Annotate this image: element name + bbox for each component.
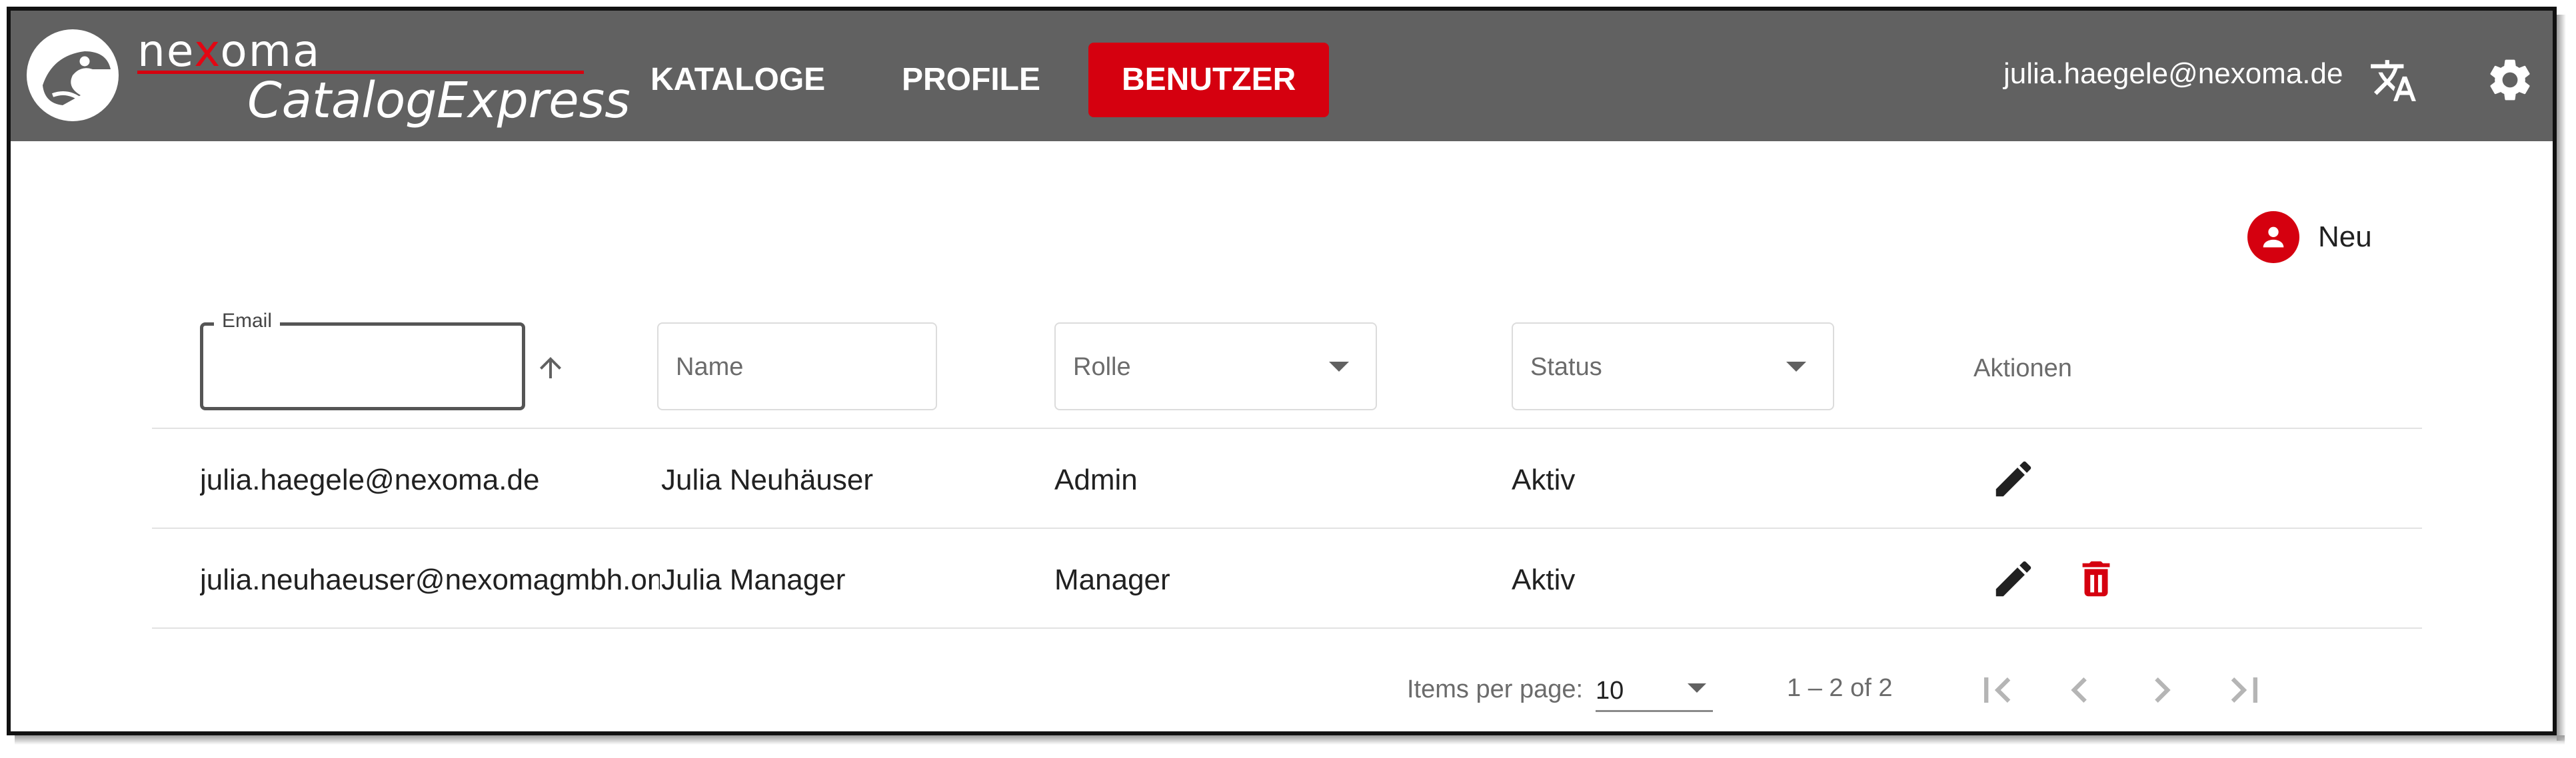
nav-benutzer[interactable]: BENUTZER (1088, 43, 1330, 117)
cell-rolle: Manager (1054, 564, 1170, 596)
table-divider (152, 528, 2422, 529)
chevron-down-icon (1688, 683, 1706, 693)
cell-email: julia.neuhaeuser@nexomagmbh.onmicrosoft.… (200, 564, 660, 596)
top-toolbar: nexoma CatalogExpress KATALOGE PROFILE B… (11, 11, 2553, 141)
last-page-icon[interactable] (2219, 665, 2270, 715)
next-page-icon[interactable] (2137, 665, 2187, 715)
chameleon-logo-icon (27, 29, 119, 121)
chevron-down-icon (1329, 362, 1349, 372)
page-range-label: 1 – 2 of 2 (1787, 674, 1893, 702)
nav-profile[interactable]: PROFILE (868, 43, 1074, 117)
edit-icon[interactable] (1990, 556, 2037, 602)
new-user-button[interactable]: Neu (2247, 210, 2372, 264)
table-divider (152, 627, 2422, 629)
brand-name: nexoma (137, 25, 321, 77)
cell-name: Julia Neuhäuser (661, 464, 873, 496)
page-size-value: 10 (1596, 677, 1624, 705)
chevron-down-icon (1786, 362, 1806, 372)
cell-rolle: Admin (1054, 464, 1138, 496)
brand-product-name: CatalogExpress (247, 72, 631, 129)
column-header-aktionen: Aktionen (1973, 354, 2072, 382)
name-filter-field[interactable]: Name (657, 322, 937, 410)
account-icon (2247, 211, 2299, 263)
cell-status: Aktiv (1512, 564, 1576, 596)
rolle-filter-placeholder: Rolle (1073, 353, 1131, 381)
first-page-icon[interactable] (1971, 665, 2022, 715)
status-filter-select[interactable]: Status (1512, 322, 1834, 410)
edit-icon[interactable] (1990, 456, 2037, 502)
email-filter-label: Email (214, 310, 281, 332)
nav-kataloge[interactable]: KATALOGE (617, 43, 858, 117)
name-filter-placeholder: Name (676, 353, 744, 381)
app-window: nexoma CatalogExpress KATALOGE PROFILE B… (7, 7, 2557, 735)
rolle-filter-select[interactable]: Rolle (1054, 322, 1377, 410)
email-filter-field[interactable]: Email (200, 310, 525, 410)
page-size-select[interactable]: 10 (1596, 663, 1713, 712)
table-divider (152, 428, 2422, 429)
translate-icon[interactable] (2369, 56, 2418, 105)
gear-icon[interactable] (2485, 55, 2535, 105)
new-user-label: Neu (2318, 220, 2372, 253)
current-user-email[interactable]: julia.haegele@nexoma.de (2003, 57, 2343, 91)
sort-ascending-icon[interactable] (535, 352, 567, 384)
status-filter-placeholder: Status (1530, 353, 1602, 381)
cell-status: Aktiv (1512, 464, 1576, 496)
previous-page-icon[interactable] (2054, 665, 2105, 715)
items-per-page-label: Items per page: (1407, 675, 1584, 703)
delete-icon[interactable] (2073, 556, 2119, 602)
window-shadow-right (2557, 15, 2566, 741)
cell-name: Julia Manager (661, 564, 846, 596)
cell-email: julia.haegele@nexoma.de (200, 464, 540, 496)
window-shadow-bottom (15, 735, 2565, 745)
